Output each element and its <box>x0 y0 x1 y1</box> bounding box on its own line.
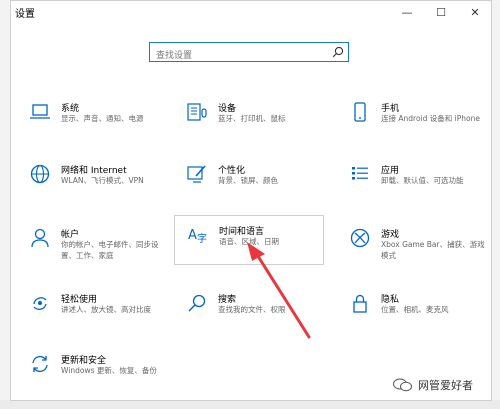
watermark-text: 网管爱好者 <box>418 379 473 392</box>
wechat-logo-icon <box>393 378 412 392</box>
watermark: 网管爱好者 <box>393 377 473 393</box>
annotation-arrow <box>247 242 311 339</box>
